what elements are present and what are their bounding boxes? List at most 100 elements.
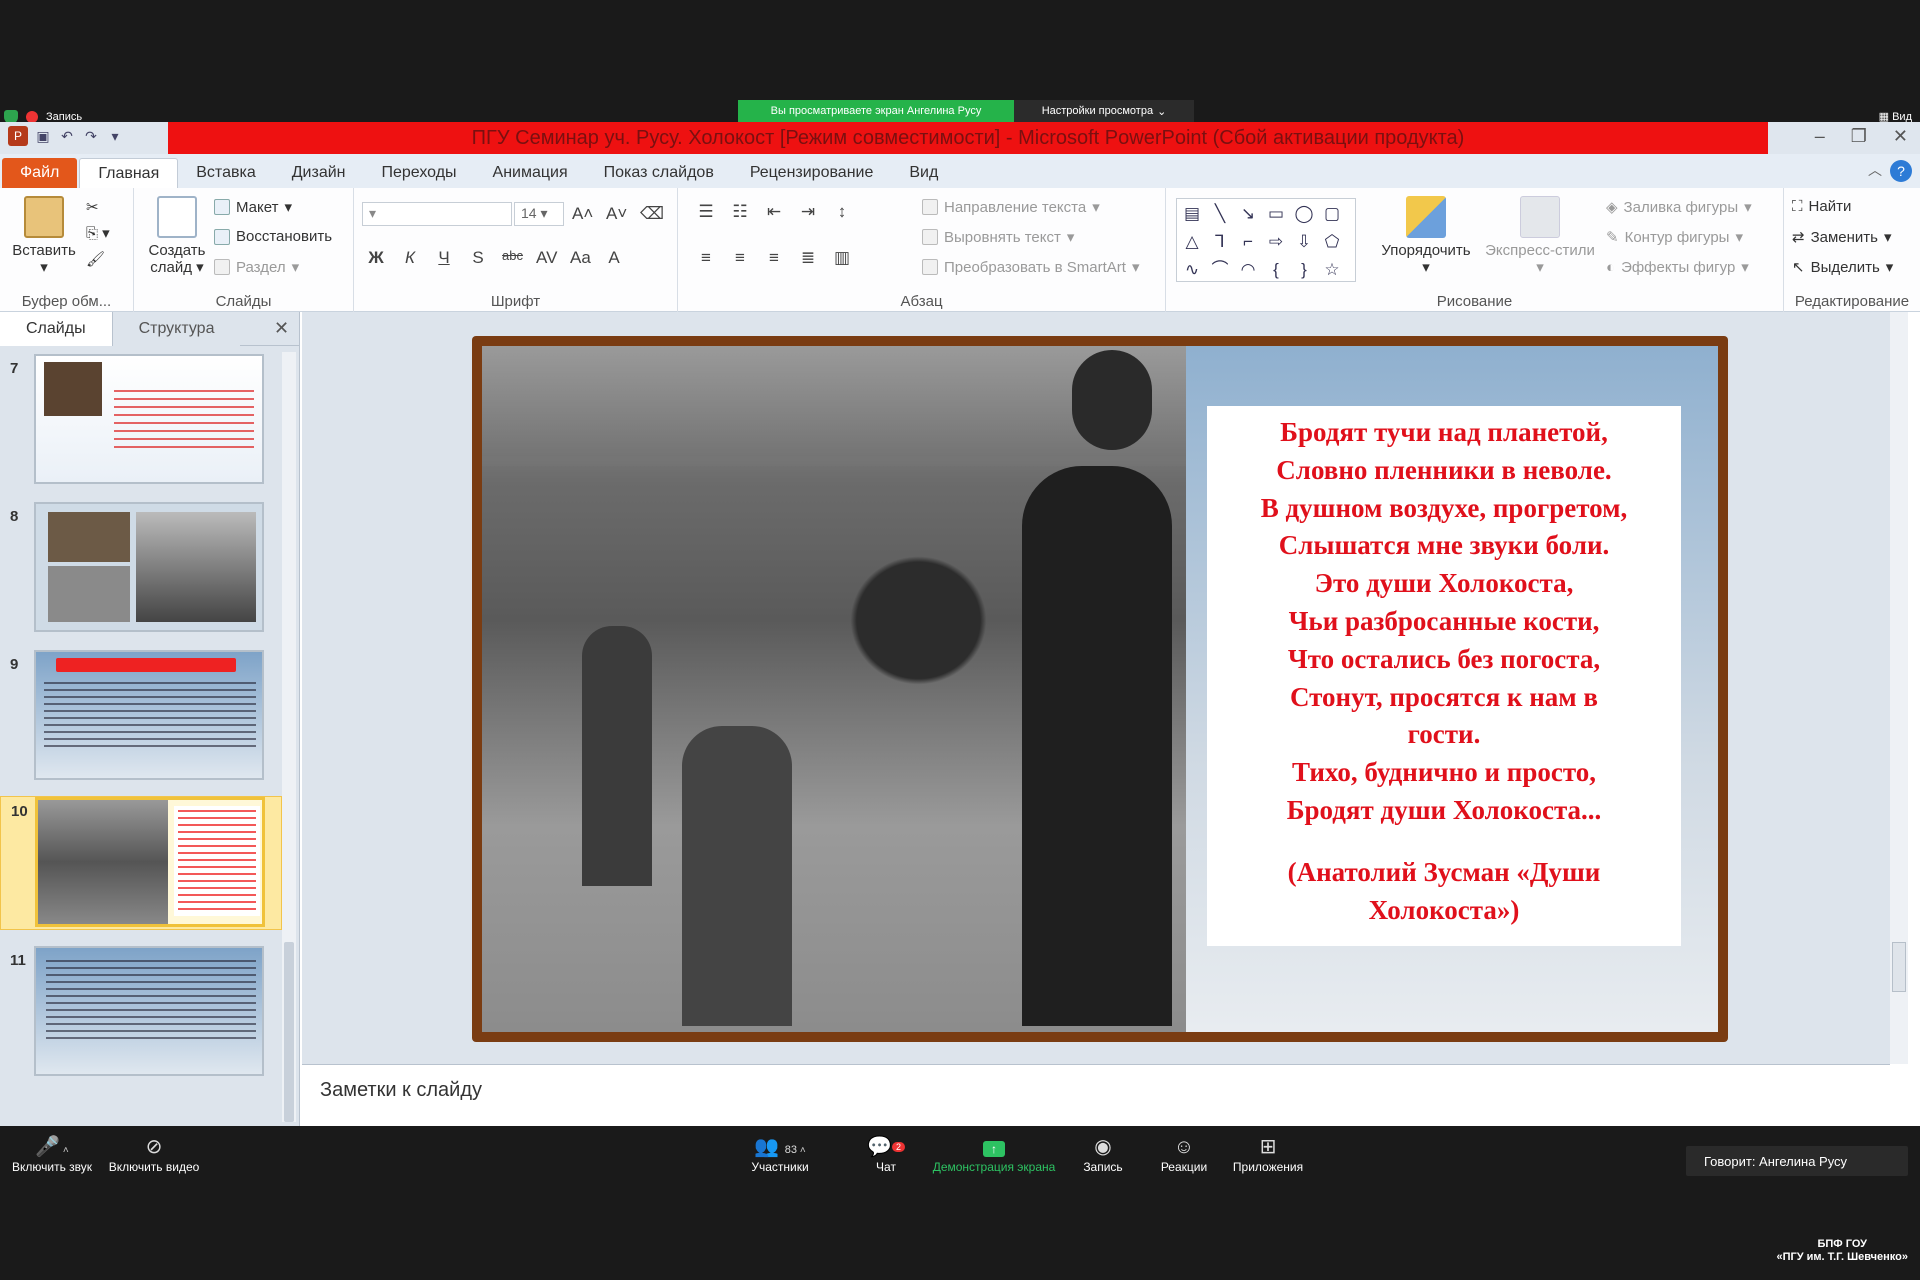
apps-button[interactable]: ⊞ Приложения	[1230, 1134, 1306, 1174]
align-center-icon[interactable]: ≡	[730, 248, 750, 268]
grow-font-icon[interactable]: A˄	[572, 204, 593, 224]
slide-thumbnail-selected[interactable]	[35, 797, 265, 927]
clear-format-icon[interactable]: ⌫	[640, 204, 664, 224]
align-text-button[interactable]: Выровнять текст ▾	[922, 228, 1074, 246]
window-controls: – ❐ ✕	[1815, 126, 1908, 147]
reset-button[interactable]: Восстановить	[214, 228, 332, 245]
window-title: ПГУ Семинар уч. Русу. Холокост [Режим со…	[168, 122, 1768, 154]
close-pane-icon[interactable]: ✕	[274, 318, 289, 339]
decrease-indent-icon[interactable]: ⇤	[764, 202, 784, 222]
tab-outline-pane[interactable]: Структура	[112, 312, 241, 346]
close-icon[interactable]: ✕	[1893, 126, 1908, 147]
align-right-icon[interactable]: ≡	[764, 248, 784, 268]
start-video-button[interactable]: ⊘ Включить видео	[106, 1134, 202, 1174]
tab-slides-pane[interactable]: Слайды	[0, 312, 113, 346]
shadow-icon[interactable]: S	[468, 248, 488, 268]
increase-indent-icon[interactable]: ⇥	[798, 202, 818, 222]
slide-thumbnail[interactable]	[34, 502, 264, 632]
align-left-icon[interactable]: ≡	[696, 248, 716, 268]
figure-child	[682, 726, 792, 1026]
tab-design[interactable]: Дизайн	[274, 158, 364, 188]
tab-review[interactable]: Рецензирование	[732, 158, 892, 188]
underline-icon[interactable]: Ч	[434, 248, 454, 268]
line-spacing-icon[interactable]: ↕	[832, 202, 852, 222]
cut-icon[interactable]: ✂	[86, 198, 99, 216]
slide-thumbnail-row-selected[interactable]: 10	[0, 796, 282, 930]
font-color-icon[interactable]: A	[604, 248, 624, 268]
find-button[interactable]: ⛶ Найти	[1792, 198, 1851, 215]
slide-thumbnail-row[interactable]: 11	[0, 946, 282, 1080]
shape-fill-button[interactable]: ◈ Заливка фигуры ▾	[1606, 198, 1752, 217]
oval-icon: ◯	[1294, 204, 1314, 223]
participants-label: Участники	[751, 1160, 809, 1174]
shapes-gallery[interactable]: ▤ ╲ ↘ ▭ ◯ ▢ △ ⅂ ⌐ ⇨ ⇩ ⬠ ∿ ⌒ ◠ {} ☆	[1176, 198, 1356, 282]
font-size-input[interactable]: 14 ▾	[514, 202, 564, 226]
shrink-font-icon[interactable]: A˅	[606, 204, 627, 224]
text-direction-button[interactable]: Направление текста ▾	[922, 198, 1100, 216]
arrange-button[interactable]: Упорядочить ▾	[1374, 196, 1478, 276]
tab-slideshow[interactable]: Показ слайдов	[586, 158, 732, 188]
replace-button[interactable]: ⇄ Заменить ▾	[1792, 228, 1892, 247]
view-settings-button[interactable]: Настройки просмотра ⌄	[1014, 100, 1194, 122]
slide-thumbnail-row[interactable]: 8	[0, 502, 282, 636]
paste-button[interactable]: Вставить ▾	[6, 196, 82, 276]
format-painter-icon[interactable]: 🖌	[86, 250, 105, 268]
help-icon[interactable]: ?	[1890, 160, 1912, 182]
numbering-icon[interactable]: ☷	[730, 202, 750, 222]
smartart-button[interactable]: Преобразовать в SmartArt ▾	[922, 258, 1139, 276]
tab-transitions[interactable]: Переходы	[364, 158, 475, 188]
holocaust-photo	[482, 346, 1186, 1032]
smartart-label: Преобразовать в SmartArt	[944, 258, 1126, 276]
slide-thumbnail-row[interactable]: 9	[0, 650, 282, 784]
restore-icon[interactable]: ❐	[1851, 126, 1867, 147]
view-settings-label: Настройки просмотра	[1041, 105, 1154, 117]
share-screen-button[interactable]: ↑ Демонстрация экрана	[930, 1134, 1058, 1174]
spacing-icon[interactable]: AV	[536, 248, 557, 268]
participants-button[interactable]: 👥 83 ˄ Участники	[748, 1134, 812, 1174]
tab-file[interactable]: Файл	[2, 158, 78, 188]
quick-styles-button[interactable]: Экспресс-стили ▾	[1482, 196, 1598, 276]
strikethrough-icon[interactable]: abc	[502, 248, 523, 268]
bold-icon[interactable]: Ж	[366, 248, 386, 268]
minimize-icon[interactable]: –	[1815, 126, 1825, 147]
poem-textbox[interactable]: Бродят тучи над планетой, Словно пленник…	[1207, 406, 1681, 946]
select-button[interactable]: ↖ Выделить ▾	[1792, 258, 1893, 277]
chat-button[interactable]: 💬 2 Чат	[866, 1134, 906, 1174]
poem-spacer	[1207, 830, 1681, 854]
unmute-button[interactable]: 🎤 ˄ Включить звук	[10, 1134, 94, 1174]
save-icon[interactable]: ▣	[34, 127, 52, 145]
tab-insert[interactable]: Вставка	[178, 158, 273, 188]
slide-scroll-thumb[interactable]	[1892, 942, 1906, 992]
columns-icon[interactable]: ▥	[832, 248, 852, 268]
justify-icon[interactable]: ≣	[798, 248, 818, 268]
current-slide[interactable]: Бродят тучи над планетой, Словно пленник…	[482, 346, 1718, 1032]
minimize-ribbon-icon[interactable]: ︿	[1868, 160, 1882, 180]
record-button[interactable]: ◉ Запись	[1080, 1134, 1126, 1174]
change-case-icon[interactable]: Aa	[570, 248, 591, 268]
undo-icon[interactable]: ↶	[58, 127, 76, 145]
text-lines	[114, 390, 254, 450]
tab-home[interactable]: Главная	[79, 158, 179, 188]
redo-icon[interactable]: ↷	[82, 127, 100, 145]
slide-thumbnail[interactable]	[34, 650, 264, 780]
notes-pane[interactable]: Заметки к слайду	[302, 1064, 1890, 1126]
font-name-input[interactable]: ▾	[362, 202, 512, 226]
slide-thumbnail[interactable]	[34, 354, 264, 484]
copy-icon[interactable]: ⎘ ▾	[86, 224, 110, 242]
reactions-button[interactable]: ☺ Реакции	[1156, 1134, 1212, 1174]
slides-pane-scroll-thumb[interactable]	[284, 942, 294, 1122]
tab-animations[interactable]: Анимация	[475, 158, 586, 188]
tab-view[interactable]: Вид	[891, 158, 956, 188]
select-label: Выделить	[1810, 258, 1880, 276]
slide-thumbnail-row[interactable]: 7	[0, 354, 282, 488]
customize-qat-icon[interactable]: ▾	[106, 127, 124, 145]
new-slide-button[interactable]: Создать слайд ▾	[142, 196, 212, 276]
arrange-label: Упорядочить	[1381, 242, 1471, 259]
section-button[interactable]: Раздел ▾	[214, 258, 299, 276]
layout-button[interactable]: Макет ▾	[214, 198, 292, 216]
bullets-icon[interactable]: ☰	[696, 202, 716, 222]
slide-thumbnail[interactable]	[34, 946, 264, 1076]
shape-effects-button[interactable]: ◐ Эффекты фигур ▾	[1606, 258, 1749, 277]
shape-outline-button[interactable]: ✎ Контур фигуры ▾	[1606, 228, 1743, 247]
italic-icon[interactable]: К	[400, 248, 420, 268]
